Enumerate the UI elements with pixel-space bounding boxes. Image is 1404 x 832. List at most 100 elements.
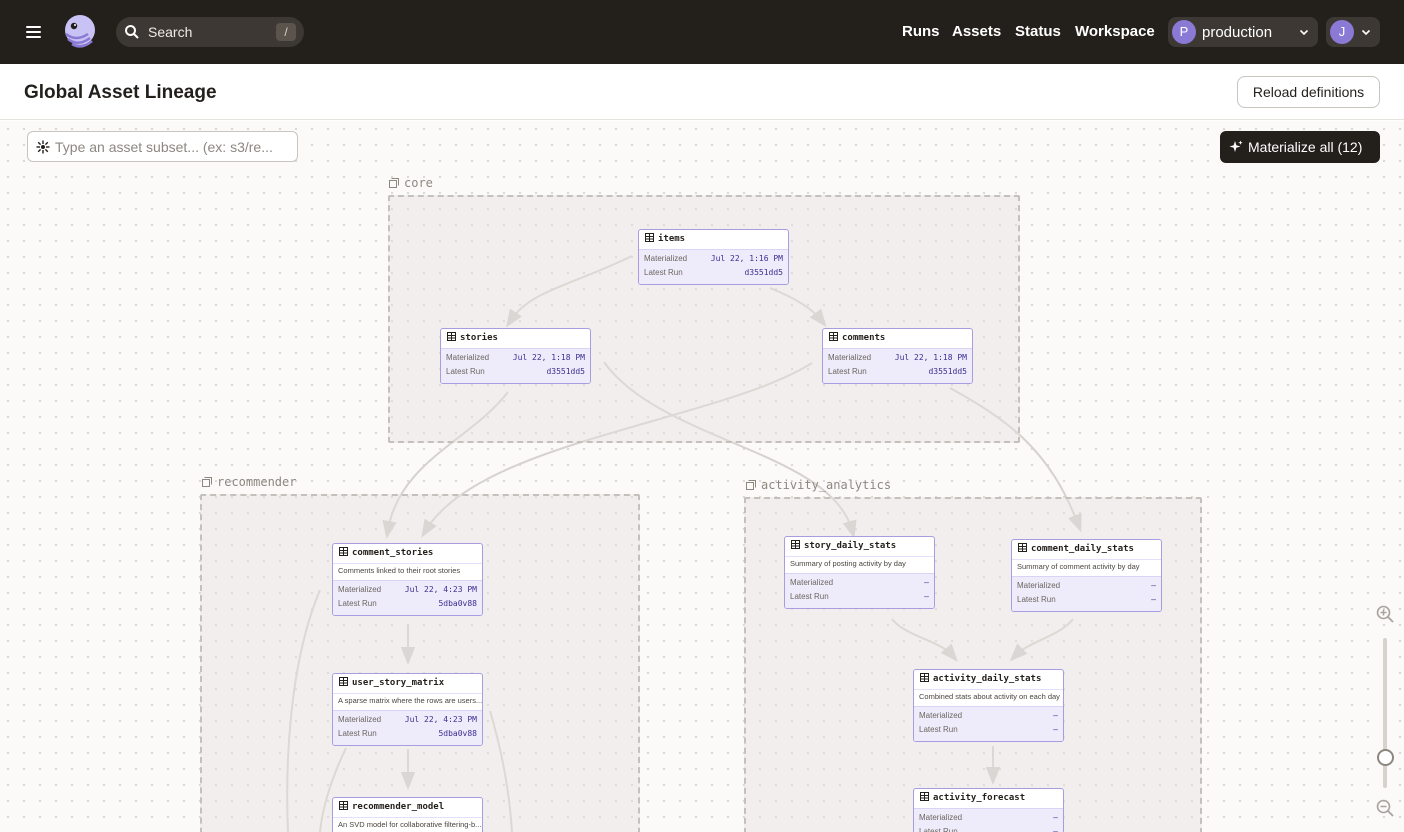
materialized-value: – [924, 578, 929, 587]
materialize-all-button[interactable]: Materialize all (12) [1220, 131, 1380, 163]
asset-description: Summary of posting activity by day [785, 556, 934, 573]
latest-run-label: Latest Run [338, 729, 377, 738]
chevron-down-icon [1299, 29, 1309, 36]
group-label-recommender: recommender [202, 475, 296, 489]
latest-run-value: – [924, 592, 929, 601]
asset-node-comment-stories[interactable]: comment_stories Comments linked to their… [332, 543, 483, 616]
zoom-slider-thumb[interactable] [1377, 749, 1394, 766]
asset-name: items [658, 234, 686, 244]
zoom-in-icon[interactable] [1375, 604, 1395, 624]
table-icon [829, 332, 838, 341]
latest-run-label: Latest Run [446, 367, 485, 376]
deployment-switcher[interactable]: P production [1168, 17, 1318, 47]
latest-run-label: Latest Run [1017, 595, 1056, 604]
table-icon [791, 540, 800, 549]
table-icon [447, 332, 456, 341]
search-icon [125, 25, 139, 39]
latest-run-label: Latest Run [919, 725, 958, 734]
asset-name: activity_daily_stats [933, 674, 1042, 684]
table-icon [645, 233, 654, 242]
asset-group-icon [389, 178, 399, 188]
search-bar[interactable]: Search / [116, 17, 304, 47]
table-icon [1018, 543, 1027, 552]
asset-name: comments [842, 333, 886, 343]
latest-run-value: – [1053, 827, 1058, 832]
latest-run-value: – [1151, 595, 1156, 604]
asset-description: An SVD model for collaborative filtering… [333, 817, 482, 832]
materialized-label: Materialized [644, 254, 688, 263]
nav-link-assets[interactable]: Assets [952, 23, 1001, 40]
asset-description: A sparse matrix where the rows are users… [333, 693, 482, 710]
materialized-label: Materialized [919, 813, 963, 822]
asset-name: comment_stories [352, 548, 434, 558]
materialized-label: Materialized [338, 715, 382, 724]
asset-description: Summary of comment activity by day [1012, 559, 1161, 576]
materialized-value: – [1053, 813, 1058, 822]
materialized-label: Materialized [828, 353, 872, 362]
asset-selection-icon [36, 140, 50, 154]
materialized-label: Materialized [919, 711, 963, 720]
nav-link-workspace[interactable]: Workspace [1075, 23, 1155, 40]
deployment-name: production [1202, 24, 1273, 41]
chevron-down-icon [1361, 29, 1371, 36]
latest-run-label: Latest Run [790, 592, 829, 601]
reload-definitions-button[interactable]: Reload definitions [1237, 76, 1380, 108]
latest-run-label: Latest Run [338, 599, 377, 608]
user-menu[interactable]: J [1326, 17, 1380, 47]
search-shortcut-key: / [276, 23, 296, 41]
materialize-all-label: Materialize all (12) [1248, 139, 1363, 155]
materialized-value[interactable]: Jul 22, 1:16 PM [711, 254, 783, 263]
menu-icon[interactable] [24, 22, 44, 42]
latest-run-value: – [1053, 725, 1058, 734]
asset-node-comment-daily-stats[interactable]: comment_daily_stats Summary of comment a… [1011, 539, 1162, 612]
asset-node-items[interactable]: items Materialized Jul 22, 1:16 PM Latest… [638, 229, 789, 285]
asset-group-icon [746, 480, 756, 490]
sparkle-icon [1229, 140, 1243, 152]
asset-node-activity-forecast[interactable]: activity_forecast Materialized – Latest R… [913, 788, 1064, 832]
materialized-value: – [1053, 711, 1058, 720]
asset-node-comments[interactable]: comments Materialized Jul 22, 1:18 PM Lat… [822, 328, 973, 384]
user-avatar: J [1330, 20, 1354, 44]
asset-node-recommender-model[interactable]: recommender_model An SVD model for colla… [332, 797, 483, 832]
table-icon [920, 792, 929, 801]
asset-name: stories [460, 333, 498, 343]
deployment-avatar: P [1172, 20, 1196, 44]
asset-name: comment_daily_stats [1031, 544, 1134, 554]
latest-run-value[interactable]: d3551dd5 [928, 367, 967, 376]
materialized-value[interactable]: Jul 22, 4:23 PM [405, 715, 477, 724]
asset-graph-canvas[interactable]: core recommender activity_analytics item… [0, 121, 1404, 832]
table-icon [920, 673, 929, 682]
zoom-out-icon[interactable] [1375, 798, 1395, 818]
materialized-value[interactable]: Jul 22, 4:23 PM [405, 585, 477, 594]
asset-node-activity-daily-stats[interactable]: activity_daily_stats Combined stats abou… [913, 669, 1064, 742]
materialized-label: Materialized [338, 585, 382, 594]
nav-link-runs[interactable]: Runs [902, 23, 940, 40]
asset-node-story-daily-stats[interactable]: story_daily_stats Summary of posting act… [784, 536, 935, 609]
materialized-value: – [1151, 581, 1156, 590]
asset-group-icon [202, 477, 212, 487]
asset-subset-input[interactable] [55, 137, 291, 157]
page-header: Global Asset Lineage Reload definitions [0, 64, 1404, 120]
asset-subset-filter[interactable] [27, 131, 298, 162]
table-icon [339, 547, 348, 556]
asset-node-stories[interactable]: stories Materialized Jul 22, 1:18 PM Late… [440, 328, 591, 384]
asset-name: recommender_model [352, 802, 445, 812]
dagster-logo[interactable] [60, 12, 100, 52]
asset-description: Comments linked to their root stories [333, 563, 482, 580]
asset-description: Combined stats about activity on each da… [914, 689, 1063, 706]
materialized-value[interactable]: Jul 22, 1:18 PM [513, 353, 585, 362]
asset-node-user-story-matrix[interactable]: user_story_matrix A sparse matrix where … [332, 673, 483, 746]
materialized-value[interactable]: Jul 22, 1:18 PM [895, 353, 967, 362]
latest-run-value[interactable]: d3551dd5 [546, 367, 585, 376]
materialized-label: Materialized [1017, 581, 1061, 590]
latest-run-value[interactable]: 5dba0v88 [438, 729, 477, 738]
nav-link-status[interactable]: Status [1015, 23, 1061, 40]
latest-run-value[interactable]: 5dba0v88 [438, 599, 477, 608]
materialized-label: Materialized [790, 578, 834, 587]
table-icon [339, 677, 348, 686]
asset-name: activity_forecast [933, 793, 1026, 803]
search-placeholder: Search [148, 24, 193, 40]
latest-run-value[interactable]: d3551dd5 [744, 268, 783, 277]
table-icon [339, 801, 348, 810]
latest-run-label: Latest Run [644, 268, 683, 277]
